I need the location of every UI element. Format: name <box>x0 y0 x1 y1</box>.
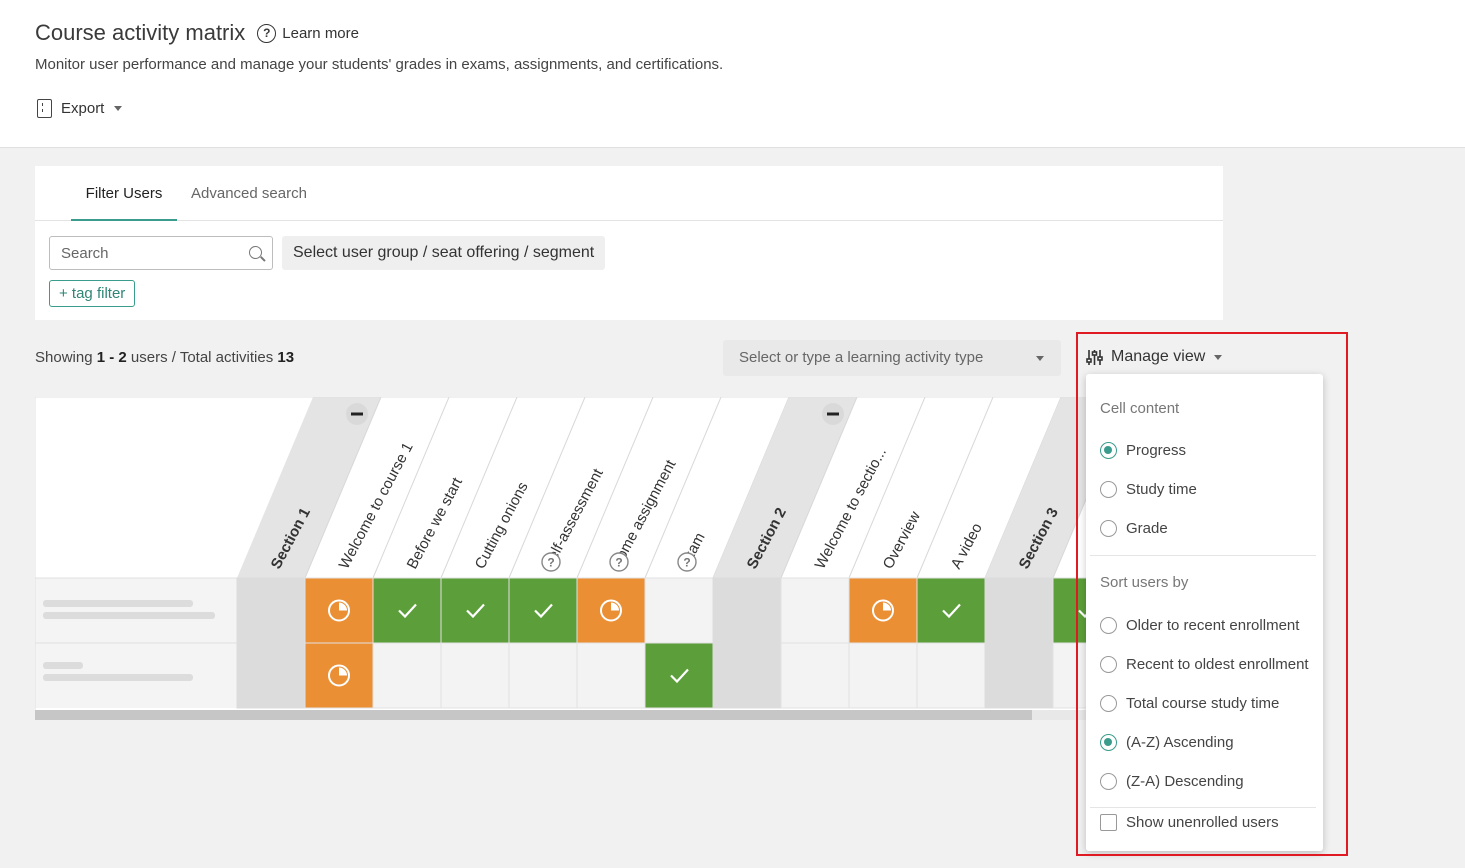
matrix-cell[interactable] <box>508 577 578 644</box>
horizontal-scrollbar[interactable] <box>35 710 1092 720</box>
radio-recent-to-oldest[interactable]: Recent to oldest enrollment <box>1100 656 1309 673</box>
page-title: Course activity matrix ? Learn more <box>35 20 359 46</box>
matrix-cell[interactable] <box>984 642 1054 709</box>
tab-advanced-search[interactable]: Advanced search <box>191 166 307 221</box>
minus-icon <box>351 412 363 416</box>
help-icon-glyph: ? <box>547 556 554 570</box>
zip-file-icon <box>37 99 52 118</box>
search-box <box>49 236 273 270</box>
blurred-user-name <box>43 600 193 607</box>
radio-checked-icon <box>1100 442 1117 459</box>
radio-unchecked-icon <box>1100 773 1117 790</box>
chevron-down-icon <box>1036 356 1044 361</box>
filter-panel: Filter Users Advanced search Select user… <box>35 166 1223 320</box>
matrix-grid: Section 1 Welcome to course 1Before we st… <box>35 397 1092 720</box>
matrix-cell[interactable] <box>576 642 646 709</box>
radio-checked-icon <box>1100 734 1117 751</box>
manage-view-label: Manage view <box>1111 348 1206 365</box>
matrix-cell[interactable] <box>984 577 1054 644</box>
chevron-down-icon <box>114 106 123 111</box>
matrix-cell[interactable] <box>916 577 986 644</box>
filter-tabs: Filter Users Advanced search <box>35 166 1223 221</box>
matrix-cell[interactable] <box>644 642 714 709</box>
radio-unchecked-icon <box>1100 695 1117 712</box>
blurred-user-name <box>43 612 215 619</box>
tab-filter-users[interactable]: Filter Users <box>71 166 177 221</box>
radio-progress[interactable]: Progress <box>1100 442 1186 459</box>
radio-label: Total course study time <box>1126 695 1280 712</box>
help-icon-glyph: ? <box>615 556 622 570</box>
radio-a-z-ascending[interactable]: (A-Z) Ascending <box>1100 734 1234 751</box>
radio-label: Progress <box>1126 442 1187 459</box>
matrix-cell[interactable] <box>848 642 918 709</box>
page-title-text: Course activity matrix <box>35 20 246 45</box>
radio-grade[interactable]: Grade <box>1100 520 1168 537</box>
matrix-cell[interactable] <box>780 642 850 709</box>
total-prefix: / Total activities <box>171 349 274 366</box>
checkbox-label: Show unenrolled users <box>1126 814 1279 831</box>
blurred-user-name <box>43 674 193 681</box>
export-label: Export <box>61 100 105 117</box>
radio-label: Older to recent enrollment <box>1126 617 1300 634</box>
divider <box>1090 807 1316 808</box>
radio-label: (A-Z) Ascending <box>1126 734 1234 751</box>
select-segment-button[interactable]: Select user group / seat offering / segm… <box>282 236 606 270</box>
showing-range: 1 - 2 <box>96 349 127 366</box>
results-summary: Showing 1 - 2 users / Total activities 1… <box>35 349 294 366</box>
radio-label: Recent to oldest enrollment <box>1126 656 1309 673</box>
total-activities: 13 <box>277 349 295 366</box>
search-input[interactable] <box>50 237 230 269</box>
search-icon[interactable] <box>249 246 262 259</box>
export-button[interactable]: Export <box>37 99 123 118</box>
matrix-cell[interactable] <box>236 577 306 644</box>
minus-icon <box>827 412 839 416</box>
checkbox-icon <box>1100 814 1117 831</box>
activity-type-select[interactable]: Select or type a learning activity type <box>723 340 1061 376</box>
users-label: users <box>130 349 168 366</box>
activity-matrix: Section 1 Welcome to course 1 Before we st… <box>35 397 1092 720</box>
sliders-icon <box>1086 349 1103 365</box>
matrix-cell[interactable] <box>372 642 442 709</box>
radio-study-time[interactable]: Study time <box>1100 481 1197 498</box>
scrollbar-thumb[interactable] <box>35 710 1032 720</box>
tag-filter-button[interactable]: + tag filter <box>49 280 136 307</box>
sort-users-heading: Sort users by <box>1100 574 1189 591</box>
matrix-cell[interactable] <box>440 642 510 709</box>
matrix-cell[interactable] <box>644 577 714 644</box>
matrix-cell[interactable] <box>440 577 510 644</box>
learn-more-link[interactable]: Learn more <box>282 25 359 42</box>
radio-older-to-recent[interactable]: Older to recent enrollment <box>1100 617 1299 634</box>
radio-label: (Z-A) Descending <box>1126 773 1244 790</box>
matrix-cell[interactable] <box>236 642 306 709</box>
radio-unchecked-icon <box>1100 520 1117 537</box>
page-header: Course activity matrix ? Learn more Moni… <box>0 0 1465 148</box>
chevron-down-icon <box>1214 354 1223 360</box>
manage-view-button[interactable]: Manage view <box>1086 348 1223 366</box>
matrix-cell[interactable] <box>508 642 578 709</box>
radio-unchecked-icon <box>1100 617 1117 634</box>
matrix-cell[interactable] <box>372 577 442 644</box>
page-subtitle: Monitor user performance and manage your… <box>35 56 724 73</box>
activity-type-placeholder: Select or type a learning activity type <box>739 349 984 366</box>
divider <box>1090 555 1316 556</box>
radio-label: Study time <box>1126 481 1197 498</box>
matrix-cell[interactable] <box>712 642 782 709</box>
help-icon[interactable]: ? <box>257 23 277 43</box>
radio-z-a-descending[interactable]: (Z-A) Descending <box>1100 773 1244 790</box>
matrix-cell[interactable] <box>712 577 782 644</box>
blurred-user-name <box>43 662 83 669</box>
show-unenrolled-checkbox[interactable]: Show unenrolled users <box>1100 814 1279 831</box>
matrix-cell[interactable] <box>916 642 986 709</box>
manage-view-dropdown: Cell content Progress Study time Grade S… <box>1086 374 1323 851</box>
radio-total-study-time[interactable]: Total course study time <box>1100 695 1279 712</box>
cell-content-heading: Cell content <box>1100 400 1180 417</box>
help-icon-glyph: ? <box>683 556 690 570</box>
showing-prefix: Showing <box>35 349 93 366</box>
matrix-cell[interactable] <box>780 577 850 644</box>
radio-unchecked-icon <box>1100 481 1117 498</box>
radio-unchecked-icon <box>1100 656 1117 673</box>
radio-label: Grade <box>1126 520 1168 537</box>
